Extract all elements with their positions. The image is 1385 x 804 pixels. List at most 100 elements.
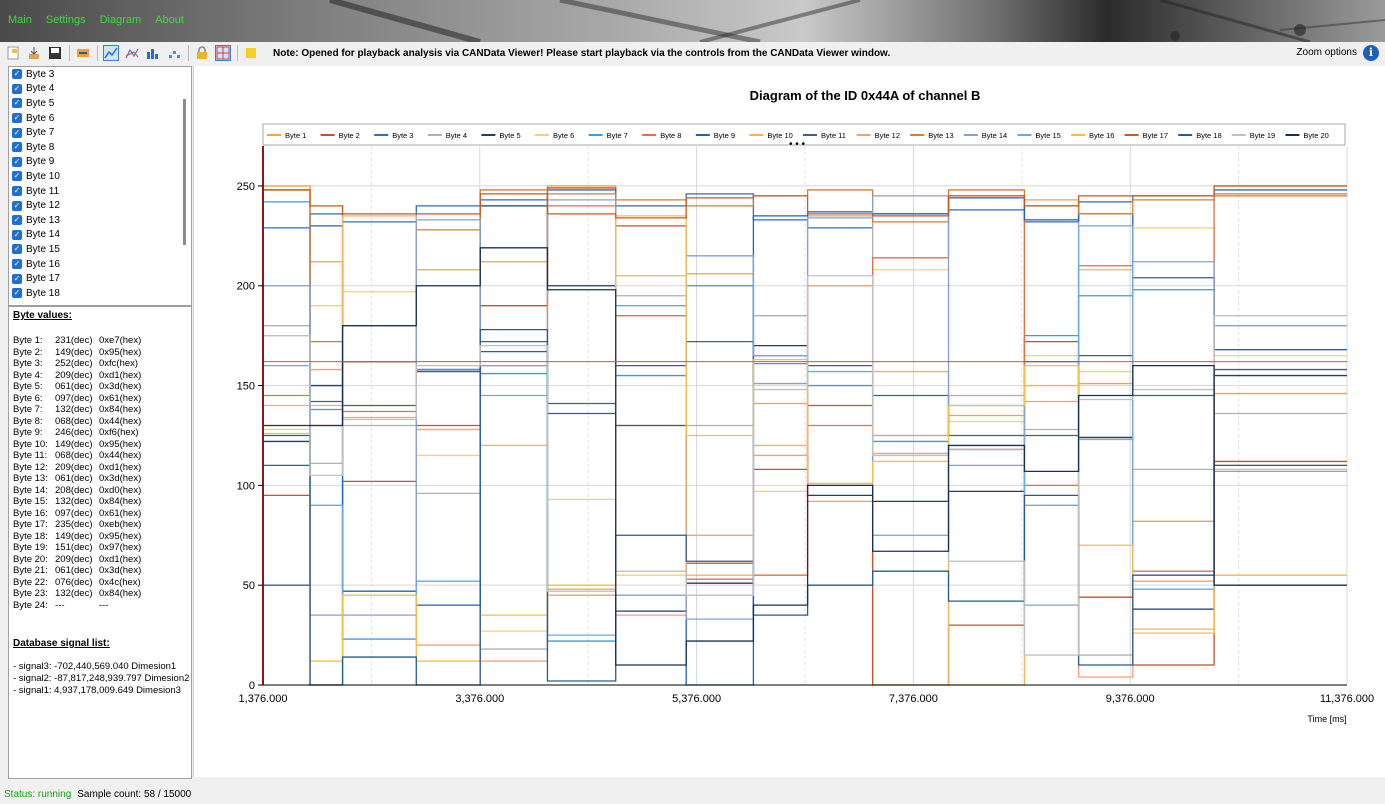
legend-entry[interactable]: Byte 3	[392, 131, 413, 140]
byte-name: Byte 5:	[13, 381, 43, 392]
byte-value-row: Byte 6: 097(dec) 0x61(hex)	[9, 393, 191, 405]
byte-checkbox-item[interactable]: ✓ Byte 3	[9, 67, 191, 82]
byte-checkbox-item[interactable]: ✓ Byte 8	[9, 140, 191, 155]
byte-dec-value: 209(dec)	[55, 369, 93, 381]
byte-name: Byte 22:	[13, 576, 48, 588]
main-menu: Main Settings Diagram About	[8, 14, 198, 26]
legend-entry[interactable]: Byte 9	[714, 131, 735, 140]
menu-diagram[interactable]: Diagram	[100, 14, 142, 26]
legend-entry[interactable]: Byte 11	[821, 131, 846, 140]
checkbox-checked-icon[interactable]: ✓	[12, 142, 22, 153]
legend-more-indicator[interactable]: • • •	[789, 139, 806, 150]
byte-dec-value: 132(dec)	[55, 404, 93, 415]
byte-checkbox-item[interactable]: ✓ Byte 11	[9, 184, 191, 199]
menu-main[interactable]: Main	[8, 14, 32, 26]
checkbox-checked-icon[interactable]: ✓	[12, 215, 22, 226]
checkbox-checked-icon[interactable]: ✓	[12, 98, 22, 109]
byte-name: Byte 9:	[13, 427, 43, 438]
byte-value-row: Byte 21: 061(dec) 0x3d(hex)	[9, 565, 191, 577]
byte-checkbox-label: Byte 5	[26, 97, 55, 109]
checkbox-checked-icon[interactable]: ✓	[12, 288, 22, 299]
checkbox-checked-icon[interactable]: ✓	[12, 200, 22, 211]
new-file-icon[interactable]	[5, 45, 21, 61]
save-icon[interactable]	[47, 45, 63, 61]
checkbox-checked-icon[interactable]: ✓	[12, 156, 22, 167]
legend-entry[interactable]: Byte 18	[1196, 131, 1221, 140]
byte-checkbox-item[interactable]: ✓ Byte 9	[9, 155, 191, 170]
playback-note: Note: Opened for playback analysis via C…	[273, 47, 891, 59]
checkbox-checked-icon[interactable]: ✓	[12, 69, 22, 80]
checklist-scrollbar[interactable]	[183, 99, 186, 245]
legend-entry[interactable]: Byte 8	[660, 131, 681, 140]
byte-name: Byte 14:	[13, 484, 48, 496]
y-tick-label: 100	[237, 480, 255, 492]
byte-hex-value: 0x97(hex)	[99, 542, 142, 553]
zoom-options-label[interactable]: Zoom options	[1296, 47, 1357, 58]
banner-network-graphic	[329, 0, 1385, 42]
area-chart-icon[interactable]	[124, 45, 140, 61]
byte-checkbox-label: Byte 10	[26, 170, 60, 182]
byte-checkbox-item[interactable]: ✓ Byte 16	[9, 257, 191, 272]
info-icon[interactable]: i	[1363, 45, 1379, 61]
byte-checkbox-item[interactable]: ✓ Byte 5	[9, 96, 191, 111]
byte-checkbox-item[interactable]: ✓ Byte 10	[9, 169, 191, 184]
menu-settings[interactable]: Settings	[46, 14, 86, 26]
legend-entry[interactable]: Byte 2	[339, 131, 360, 140]
checkbox-checked-icon[interactable]: ✓	[12, 229, 22, 240]
byte-checkbox-item[interactable]: ✓ Byte 6	[9, 111, 191, 126]
highlight-icon[interactable]	[243, 45, 259, 61]
chart-title: Diagram of the ID 0x44A of channel B	[750, 88, 981, 103]
byte-checkbox-item[interactable]: ✓ Byte 17	[9, 271, 191, 286]
diagram-chart[interactable]: Diagram of the ID 0x44A of channel B 0 50 1…	[194, 66, 1385, 777]
byte-checkbox-item[interactable]: ✓ Byte 13	[9, 213, 191, 228]
legend-entry[interactable]: Byte 12	[875, 131, 900, 140]
checkbox-checked-icon[interactable]: ✓	[12, 127, 22, 138]
legend-entry[interactable]: Byte 20	[1303, 131, 1328, 140]
byte-value-row: Byte 13: 061(dec) 0x3d(hex)	[9, 473, 191, 485]
byte-checkbox-item[interactable]: ✓ Byte 12	[9, 198, 191, 213]
byte-checkbox-item[interactable]: ✓ Byte 15	[9, 242, 191, 257]
legend-entry[interactable]: Byte 14	[982, 131, 1007, 140]
byte-value-row: Byte 1: 231(dec) 0xe7(hex)	[9, 335, 191, 347]
checkbox-checked-icon[interactable]: ✓	[12, 273, 22, 284]
legend-entry[interactable]: Byte 7	[607, 131, 628, 140]
byte-checkbox-item[interactable]: ✓ Byte 7	[9, 125, 191, 140]
byte-values-panel: Byte values: Byte 1: 231(dec) 0xe7(hex) Byt…	[8, 306, 192, 779]
checkbox-checked-icon[interactable]: ✓	[12, 113, 22, 124]
import-icon[interactable]	[26, 45, 42, 61]
byte-checkbox-item[interactable]: ✓ Byte 4	[9, 82, 191, 97]
legend-entry[interactable]: Byte 19	[1250, 131, 1275, 140]
legend-entry[interactable]: Byte 15	[1035, 131, 1060, 140]
bar-chart-icon[interactable]	[145, 45, 161, 61]
byte-value-row: Byte 7: 132(dec) 0x84(hex)	[9, 404, 191, 416]
legend-entry[interactable]: Byte 17	[1143, 131, 1168, 140]
byte-checkbox-item[interactable]: ✓ Byte 18	[9, 286, 191, 301]
byte-checkbox-label: Byte 6	[26, 112, 55, 124]
byte-name: Byte 16:	[13, 507, 48, 519]
byte-hex-value: 0xd1(hex)	[99, 461, 142, 473]
checkbox-checked-icon[interactable]: ✓	[12, 244, 22, 255]
legend-entry[interactable]: Byte 1	[285, 131, 306, 140]
lock-icon[interactable]	[194, 45, 210, 61]
byte-checkbox-label: Byte 4	[26, 83, 55, 95]
legend-entry[interactable]: Byte 13	[928, 131, 953, 140]
export-icon[interactable]	[75, 45, 91, 61]
byte-dec-value: 252(dec)	[55, 358, 93, 369]
byte-value-row: Byte 4: 209(dec) 0xd1(hex)	[9, 370, 191, 382]
crosshair-grid-icon[interactable]	[215, 45, 231, 61]
menu-about[interactable]: About	[155, 14, 184, 26]
toolbar: Note: Opened for playback analysis via C…	[0, 42, 1385, 64]
legend-entry[interactable]: Byte 5	[499, 131, 520, 140]
legend-entry[interactable]: Byte 4	[446, 131, 467, 140]
legend-entry[interactable]: Byte 16	[1089, 131, 1114, 140]
scatter-chart-icon[interactable]	[166, 45, 182, 61]
checkbox-checked-icon[interactable]: ✓	[12, 259, 22, 270]
checkbox-checked-icon[interactable]: ✓	[12, 83, 22, 94]
legend-entry[interactable]: Byte 6	[553, 131, 574, 140]
byte-checkbox-item[interactable]: ✓ Byte 14	[9, 228, 191, 243]
checkbox-checked-icon[interactable]: ✓	[12, 186, 22, 197]
byte-hex-value: 0x61(hex)	[99, 507, 142, 519]
status-state: Status: running	[4, 789, 72, 800]
checkbox-checked-icon[interactable]: ✓	[12, 171, 22, 182]
line-chart-icon[interactable]	[103, 45, 119, 61]
